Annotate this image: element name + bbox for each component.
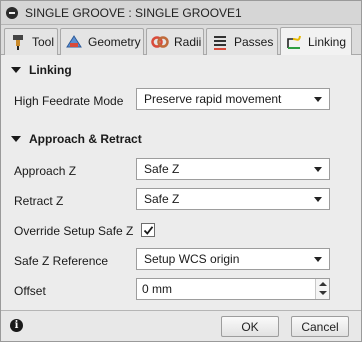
operation-dialog: SINGLE GROOVE : SINGLE GROOVE1 Tool Geom… xyxy=(0,0,362,342)
override-safe-z-checkbox[interactable] xyxy=(141,223,155,237)
info-icon[interactable]: i xyxy=(10,319,23,332)
approach-section-header[interactable]: Approach & Retract xyxy=(1,128,361,150)
safe-z-reference-select[interactable]: Setup WCS origin xyxy=(136,248,330,270)
collapse-caret-icon xyxy=(11,67,21,73)
approach-z-select[interactable]: Safe Z xyxy=(136,158,330,180)
approach-section-title: Approach & Retract xyxy=(29,132,142,146)
retract-z-label: Retract Z xyxy=(14,194,64,208)
checkmark-icon xyxy=(143,226,154,235)
tab-geometry[interactable]: Geometry xyxy=(60,28,144,55)
approach-z-label: Approach Z xyxy=(14,164,77,178)
window-title: SINGLE GROOVE : SINGLE GROOVE1 xyxy=(25,6,242,20)
retract-z-value: Safe Z xyxy=(144,192,180,206)
collapse-caret-icon xyxy=(11,136,21,142)
ok-button[interactable]: OK xyxy=(221,316,279,337)
title-bar[interactable]: SINGLE GROOVE : SINGLE GROOVE1 xyxy=(1,1,361,25)
offset-label: Offset xyxy=(14,284,46,298)
chevron-down-icon xyxy=(314,197,322,202)
linking-section-header[interactable]: Linking xyxy=(1,59,361,81)
collapse-icon[interactable] xyxy=(6,7,18,19)
tab-geometry-label: Geometry xyxy=(88,35,141,49)
tab-passes[interactable]: Passes xyxy=(206,28,278,55)
tab-linking[interactable]: Linking xyxy=(280,27,352,55)
high-feedrate-label: High Feedrate Mode xyxy=(14,94,124,108)
tab-linking-label: Linking xyxy=(308,34,347,49)
chevron-down-icon xyxy=(314,97,322,102)
override-safe-z-label: Override Setup Safe Z xyxy=(14,224,134,238)
tab-radii[interactable]: Radii xyxy=(146,28,204,55)
stepper-up-icon[interactable] xyxy=(319,282,327,286)
high-feedrate-select[interactable]: Preserve rapid movement xyxy=(136,88,330,110)
dialog-footer: i OK Cancel xyxy=(1,310,361,341)
tab-radii-label: Radii xyxy=(174,35,202,49)
offset-stepper[interactable] xyxy=(315,279,329,299)
cancel-button[interactable]: Cancel xyxy=(291,316,349,337)
linking-icon xyxy=(285,33,303,51)
chevron-down-icon xyxy=(314,167,322,172)
tool-holder-icon xyxy=(9,33,27,51)
high-feedrate-value: Preserve rapid movement xyxy=(144,92,282,106)
safe-z-reference-label: Safe Z Reference xyxy=(14,254,109,268)
offset-value: 0 mm xyxy=(142,282,172,296)
radii-icon xyxy=(151,33,169,51)
tab-tool[interactable]: Tool xyxy=(4,28,58,55)
approach-z-value: Safe Z xyxy=(144,162,180,176)
safe-z-reference-value: Setup WCS origin xyxy=(144,252,240,266)
tab-tool-label: Tool xyxy=(32,35,55,49)
retract-z-select[interactable]: Safe Z xyxy=(136,188,330,210)
geometry-icon xyxy=(65,33,83,51)
stepper-down-icon[interactable] xyxy=(319,291,327,295)
tab-strip: Tool Geometry Radii Passes Linking xyxy=(1,25,361,55)
chevron-down-icon xyxy=(314,257,322,262)
linking-section-title: Linking xyxy=(29,63,72,77)
passes-icon xyxy=(211,33,229,51)
offset-input[interactable]: 0 mm xyxy=(136,278,330,300)
tab-passes-label: Passes xyxy=(234,35,274,49)
